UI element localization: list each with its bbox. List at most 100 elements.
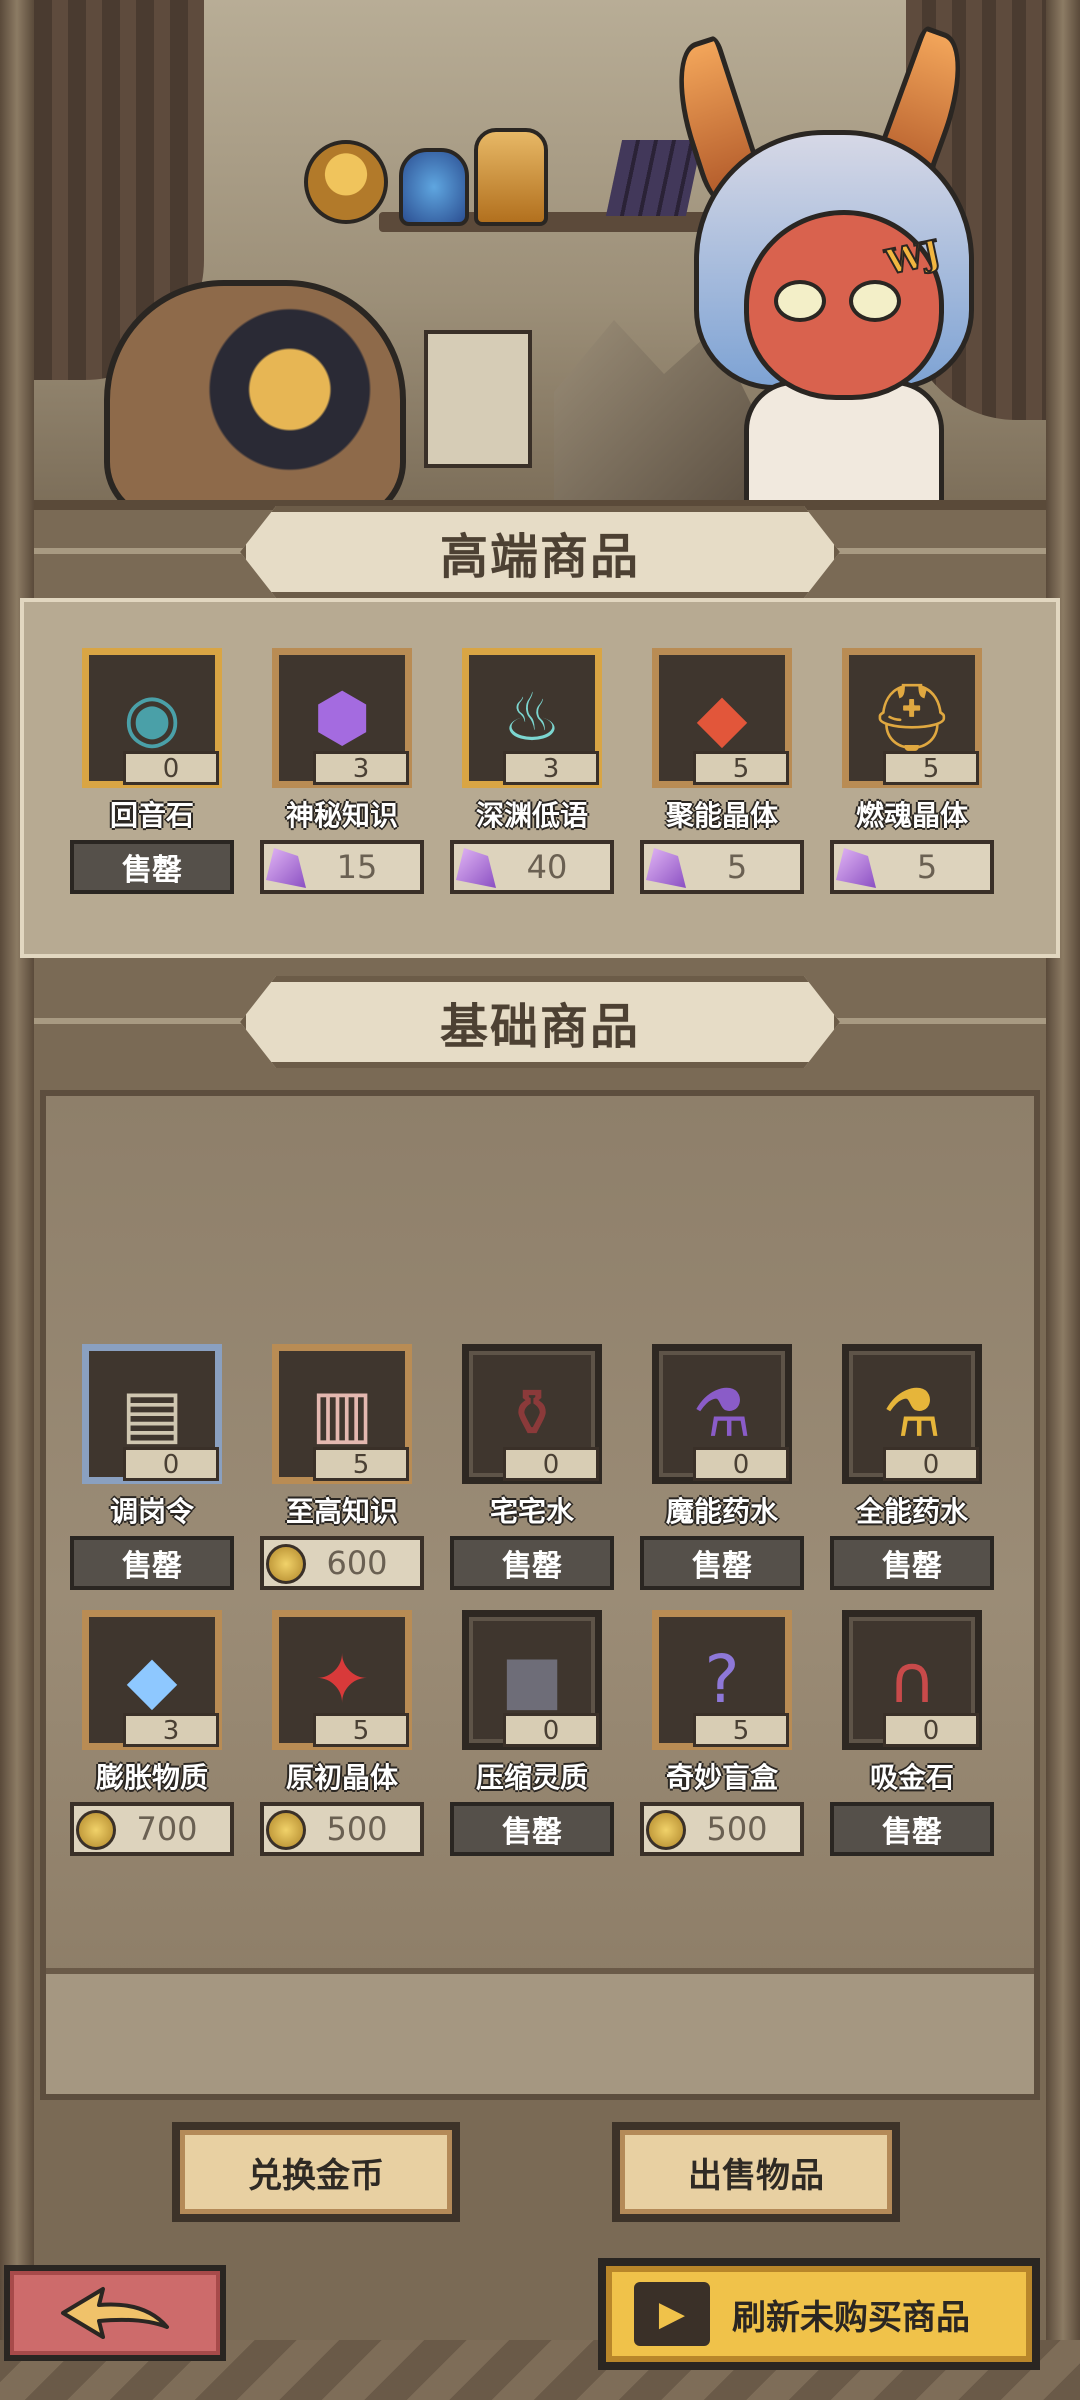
shop-item[interactable]: ◆ 5 聚能晶体 5: [638, 648, 806, 894]
item-slot[interactable]: ⛑ 5: [842, 648, 982, 788]
item-name: 魔能药水: [665, 1495, 778, 1528]
buy-price-button[interactable]: 700: [70, 1802, 234, 1856]
item-slot[interactable]: ∩ 0: [842, 1610, 982, 1750]
item-count: 0: [883, 1713, 979, 1747]
basic-section-title: 基础商品: [240, 976, 840, 1068]
sold-out-label: 售罄: [70, 1536, 234, 1590]
shop-item[interactable]: ♨ 3 深渊低语 40: [448, 648, 616, 894]
crystal-icon: [836, 848, 876, 888]
item-count: 3: [313, 751, 409, 785]
item-slot[interactable]: ⚗ 0: [842, 1344, 982, 1484]
compressed-block-icon: ■: [500, 1641, 564, 1718]
item-count: 5: [693, 751, 789, 785]
item-slot[interactable]: ▤ 0: [82, 1344, 222, 1484]
exchange-gold-button[interactable]: 兑换金币: [172, 2122, 460, 2222]
item-name: 吸金石: [869, 1761, 954, 1794]
crystal-icon: [456, 848, 496, 888]
item-name: 燃魂晶体: [855, 799, 968, 832]
eye-left: [774, 280, 826, 322]
shop-item[interactable]: ■ 0 压缩灵质 售罄: [448, 1610, 616, 1856]
buy-price-button[interactable]: 500: [260, 1802, 424, 1856]
item-name: 回音石: [109, 799, 194, 832]
item-name: 聚能晶体: [665, 799, 778, 832]
item-name: 深渊低语: [475, 799, 588, 832]
item-slot[interactable]: ■ 0: [462, 1610, 602, 1750]
item-count: 0: [123, 1447, 219, 1481]
item-name: 神秘知识: [285, 799, 398, 832]
refresh-label: 刷新未购买商品: [732, 2297, 970, 2338]
refresh-button[interactable]: ▶ 刷新未购买商品: [598, 2258, 1040, 2370]
shopkeeper-character: WJ: [660, 24, 1004, 500]
price-amount: 700: [136, 1810, 198, 1848]
spirit-lamp-icon: ♨: [502, 679, 562, 756]
item-count: 0: [503, 1713, 599, 1747]
buy-price-button[interactable]: 600: [260, 1536, 424, 1590]
price-amount: 600: [326, 1544, 388, 1582]
purple-skull-gem-icon: ⬢: [313, 679, 371, 756]
shop-item[interactable]: ▤ 0 调岗令售罄: [68, 1344, 236, 1590]
price-amount: 5: [916, 848, 938, 886]
item-name: 膨胀物质: [95, 1761, 208, 1794]
dark-disc-icon: ◉: [123, 679, 181, 756]
price-amount: 500: [326, 1810, 388, 1848]
mystery-box-icon: ?: [704, 1641, 740, 1718]
item-slot[interactable]: ⚗ 0: [652, 1344, 792, 1484]
basic-panel: [40, 1090, 1040, 2100]
sold-out-label: 售罄: [450, 1536, 614, 1590]
eye-mask-icon: [104, 280, 406, 500]
panel-floor: [46, 1968, 1034, 2094]
item-slot[interactable]: ▥ 5: [272, 1344, 412, 1484]
item-name: 宅宅水: [489, 1495, 574, 1528]
premium-section-title: 高端商品: [240, 506, 840, 598]
item-count: 5: [313, 1447, 409, 1481]
shop-item[interactable]: ▥ 5 至高知识 600: [258, 1344, 426, 1590]
item-slot[interactable]: ⚱ 0: [462, 1344, 602, 1484]
shop-item[interactable]: ✦ 5 原初晶体 500: [258, 1610, 426, 1856]
item-name: 至高知识: [285, 1495, 398, 1528]
shop-item[interactable]: ∩ 0 吸金石 售罄: [828, 1610, 996, 1856]
item-slot[interactable]: ◆ 3: [82, 1610, 222, 1750]
notice-paper: [424, 330, 532, 468]
shop-item[interactable]: ◉ 0 回音石售罄: [68, 648, 236, 894]
shop-item[interactable]: ? 5 奇妙盲盒 500: [638, 1610, 806, 1856]
left-frame: [0, 0, 34, 2400]
shop-item[interactable]: ⚗ 0 魔能药水售罄: [638, 1344, 806, 1590]
item-slot[interactable]: ✦ 5: [272, 1610, 412, 1750]
buy-price-button[interactable]: 5: [830, 840, 994, 894]
item-count: 0: [693, 1447, 789, 1481]
item-count: 3: [503, 751, 599, 785]
item-name: 全能药水: [855, 1495, 968, 1528]
buy-price-button[interactable]: 40: [450, 840, 614, 894]
item-slot[interactable]: ♨ 3: [462, 648, 602, 788]
back-button[interactable]: [4, 2265, 226, 2361]
blue-bottle-icon: [399, 148, 469, 226]
amber-bottle-icon: [474, 128, 548, 226]
sold-out-label: 售罄: [640, 1536, 804, 1590]
right-frame: [1046, 0, 1080, 2400]
item-slot[interactable]: ⬢ 3: [272, 648, 412, 788]
item-slot[interactable]: ◉ 0: [82, 648, 222, 788]
item-count: 0: [503, 1447, 599, 1481]
scroll-icon: ▤: [120, 1375, 184, 1452]
item-count: 0: [883, 1447, 979, 1481]
sell-items-button[interactable]: 出售物品: [612, 2122, 900, 2222]
shop-item[interactable]: ⛑ 5 燃魂晶体 5: [828, 648, 996, 894]
item-slot[interactable]: ? 5: [652, 1610, 792, 1750]
item-count: 5: [693, 1713, 789, 1747]
shop-item[interactable]: ◆ 3 膨胀物质 700: [68, 1610, 236, 1856]
item-slot[interactable]: ◆ 5: [652, 648, 792, 788]
buy-price-button[interactable]: 5: [640, 840, 804, 894]
back-arrow-icon: [61, 2287, 169, 2339]
eye-right: [849, 280, 901, 322]
sold-out-label: 售罄: [830, 1536, 994, 1590]
item-name: 调岗令: [109, 1495, 194, 1528]
shop-item[interactable]: ⬢ 3 神秘知识 15: [258, 648, 426, 894]
crystal-icon: [646, 848, 686, 888]
buy-price-button[interactable]: 15: [260, 840, 424, 894]
shop-item[interactable]: ⚗ 0 全能药水售罄: [828, 1344, 996, 1590]
sold-out-label: 售罄: [70, 840, 234, 894]
buy-price-button[interactable]: 500: [640, 1802, 804, 1856]
coin-icon: [646, 1810, 686, 1850]
shop-item[interactable]: ⚱ 0 宅宅水售罄: [448, 1344, 616, 1590]
magnet-icon: ∩: [887, 1641, 937, 1718]
